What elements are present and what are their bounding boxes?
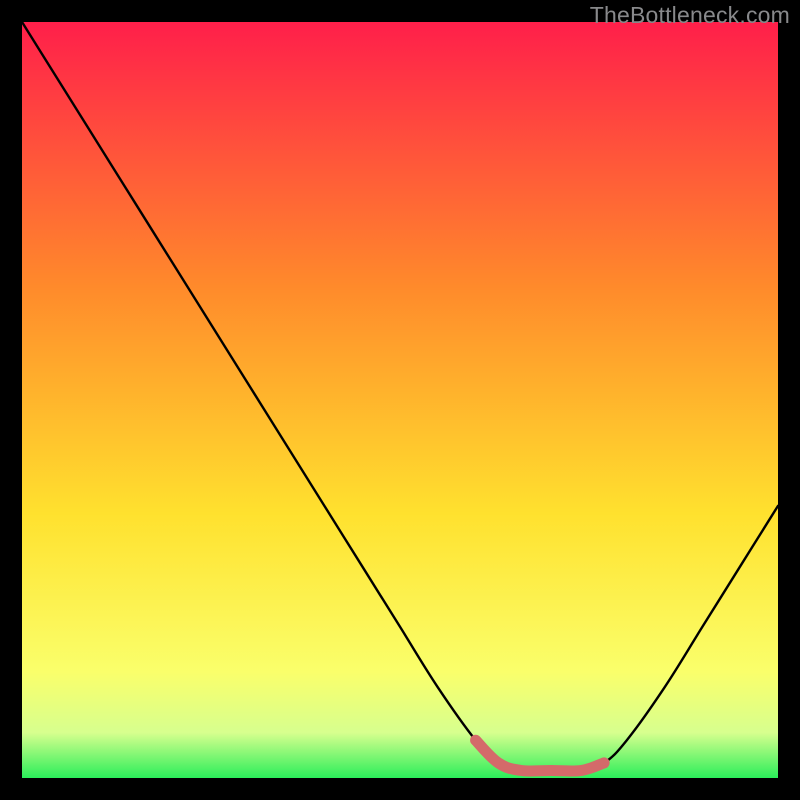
bottleneck-chart	[22, 22, 778, 778]
chart-frame	[22, 22, 778, 778]
watermark-text: TheBottleneck.com	[590, 2, 790, 29]
gradient-background	[22, 22, 778, 778]
